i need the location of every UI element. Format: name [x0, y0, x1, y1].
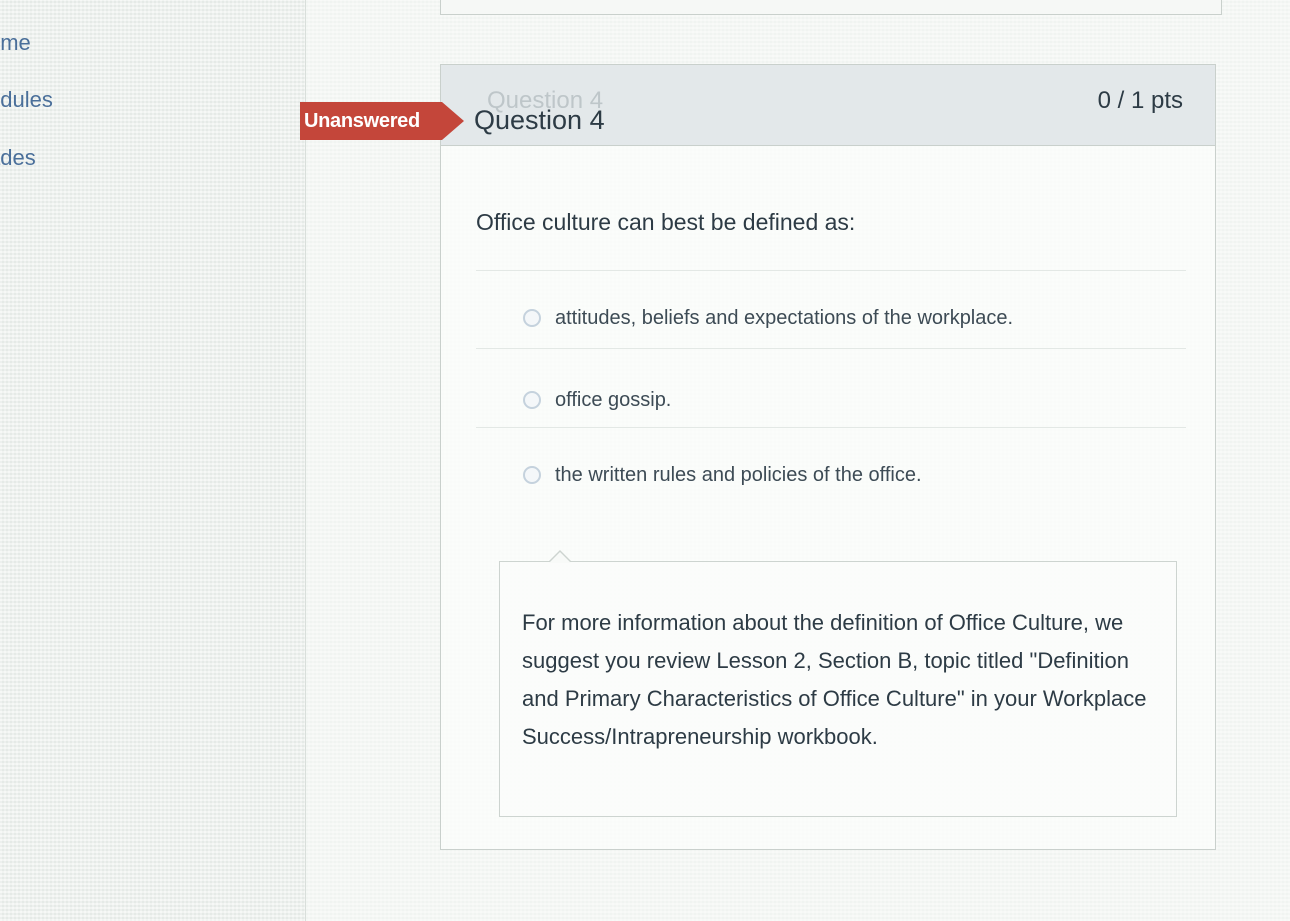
radio-button[interactable] [523, 309, 541, 327]
question-header: Question 4 Question 4 0 / 1 pts [441, 65, 1215, 146]
answer-label: the written rules and policies of the of… [555, 463, 922, 486]
nav-link-home[interactable]: ome [0, 30, 31, 56]
question-title: Question 4 [474, 105, 605, 135]
answer-option[interactable]: attitudes, beliefs and expectations of t… [523, 303, 1013, 333]
answer-divider [476, 348, 1186, 349]
feedback-text: For more information about the definitio… [522, 610, 1147, 749]
answer-option[interactable]: the written rules and policies of the of… [523, 460, 922, 490]
unanswered-badge: Unanswered [300, 102, 464, 140]
answer-label: office gossip. [555, 388, 672, 411]
answer-label: attitudes, beliefs and expectations of t… [555, 306, 1014, 329]
radio-button[interactable] [523, 391, 541, 409]
nav-link-grades[interactable]: ades [0, 145, 36, 171]
course-navigation: ome odules ades [0, 0, 120, 921]
quiz-page: ome odules ades Question 4 Question 4 0 … [0, 0, 1290, 921]
question-text: Office culture can best be defined as: [476, 209, 856, 235]
nav-link-modules[interactable]: odules [0, 87, 53, 113]
answer-divider [476, 427, 1186, 428]
answer-option[interactable]: office gossip. [523, 385, 671, 415]
answer-divider [476, 270, 1186, 271]
question-card: Question 4 Question 4 0 / 1 pts Office c… [440, 64, 1216, 850]
radio-button[interactable] [523, 466, 541, 484]
question-points: 0 / 1 pts [1097, 87, 1183, 114]
feedback-box: For more information about the definitio… [499, 550, 1177, 817]
previous-question-card [440, 0, 1222, 15]
